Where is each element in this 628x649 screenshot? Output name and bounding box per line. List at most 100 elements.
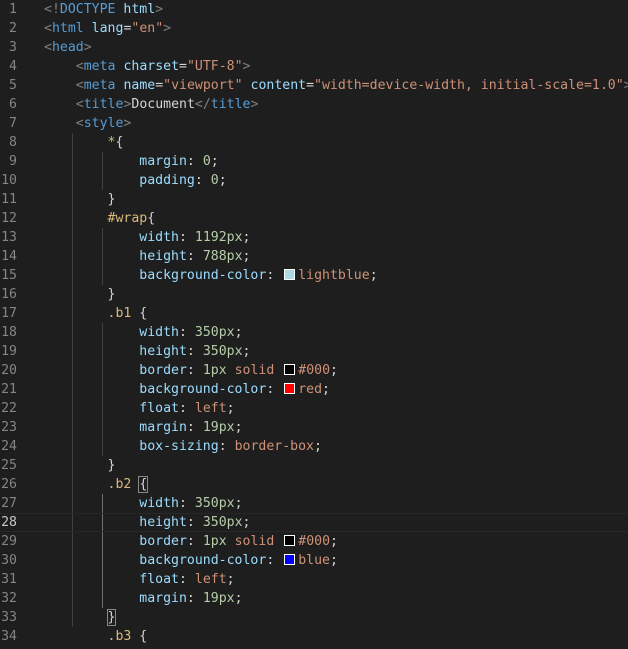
current-code-line[interactable]: 28 height: 350px;: [0, 513, 628, 532]
code-token: background-color: [139, 553, 267, 568]
line-number: 8: [9, 135, 17, 150]
code-line[interactable]: 4 <meta charset="UTF-8">: [0, 57, 628, 76]
code-token: >: [83, 40, 92, 55]
code-line[interactable]: 33 }: [0, 608, 628, 627]
code-token: background-color: [139, 382, 267, 397]
code-token: .b1: [107, 306, 132, 321]
line-number: 27: [1, 496, 17, 511]
code-token: :: [178, 496, 195, 511]
code-line[interactable]: 3 <head>: [0, 38, 628, 57]
code-text: margin: 19px;: [44, 589, 242, 608]
code-token: left: [194, 572, 227, 587]
code-text: height: 788px;: [44, 247, 250, 266]
code-line[interactable]: 9 margin: 0;: [0, 152, 628, 171]
line-number: 34: [1, 629, 17, 644]
code-token: ;: [234, 325, 243, 340]
code-token: #wrap: [107, 211, 148, 226]
line-number: 26: [1, 477, 17, 492]
code-text: }: [44, 608, 117, 627]
code-line[interactable]: 13 width: 1192px;: [0, 228, 628, 247]
code-text: margin: 0;: [44, 152, 218, 171]
code-line[interactable]: 23 margin: 19px;: [0, 418, 628, 437]
code-line[interactable]: 7 <style>: [0, 114, 628, 133]
code-line[interactable]: 16 }: [0, 285, 628, 304]
code-editor[interactable]: 1 <!DOCTYPE html> 2 <html lang="en"> 3 <head>…: [0, 0, 628, 649]
code-token: :: [194, 173, 211, 188]
code-line[interactable]: 32 margin: 19px;: [0, 589, 628, 608]
code-token: ;: [226, 401, 235, 416]
code-line[interactable]: 10 padding: 0;: [0, 171, 628, 190]
code-line[interactable]: 12 #wrap{: [0, 209, 628, 228]
color-swatch-icon[interactable]: [284, 364, 296, 375]
color-swatch-icon[interactable]: [284, 554, 296, 565]
code-line[interactable]: 6 <title>Document</title>: [0, 95, 628, 114]
code-text: height: 350px;: [44, 514, 250, 531]
code-token: border: [139, 363, 187, 378]
code-line[interactable]: 26 .b2 {: [0, 475, 628, 494]
line-number: 7: [9, 116, 17, 131]
code-token: :: [178, 325, 195, 340]
code-line[interactable]: 27 width: 350px;: [0, 494, 628, 513]
code-token: meta: [83, 78, 116, 93]
code-line[interactable]: 11 }: [0, 190, 628, 209]
code-line[interactable]: 25 }: [0, 456, 628, 475]
code-token: >: [163, 21, 172, 36]
code-line[interactable]: 2 <html lang="en">: [0, 19, 628, 38]
code-line[interactable]: 17 .b1 {: [0, 304, 628, 323]
code-line[interactable]: 18 width: 350px;: [0, 323, 628, 342]
code-token: <!: [44, 2, 60, 17]
code-token: height: [139, 515, 187, 530]
code-token: red: [298, 382, 323, 397]
color-swatch-icon[interactable]: [284, 269, 296, 280]
code-line[interactable]: 20 border: 1px solid #000;: [0, 361, 628, 380]
line-number: 3: [9, 40, 17, 55]
code-token: }: [107, 287, 116, 302]
code-token: ;: [226, 572, 235, 587]
line-number: 15: [1, 268, 17, 283]
code-line[interactable]: 31 float: left;: [0, 570, 628, 589]
code-line[interactable]: 19 height: 350px;: [0, 342, 628, 361]
code-token: 19px: [202, 591, 235, 606]
code-token: box-sizing: [139, 439, 219, 454]
code-token: :: [266, 268, 283, 283]
code-line[interactable]: 1 <!DOCTYPE html>: [0, 0, 628, 19]
code-line[interactable]: 22 float: left;: [0, 399, 628, 418]
code-text: background-color: blue;: [44, 551, 338, 570]
line-number: 33: [1, 610, 17, 625]
code-line[interactable]: 21 background-color: red;: [0, 380, 628, 399]
code-text: <title>Document</title>: [44, 95, 259, 114]
code-token: ;: [330, 363, 338, 378]
code-line[interactable]: 24 box-sizing: border-box;: [0, 437, 628, 456]
code-line[interactable]: 15 background-color: lightblue;: [0, 266, 628, 285]
code-token: "viewport": [163, 78, 243, 93]
color-swatch-icon[interactable]: [284, 383, 296, 394]
code-token: <: [44, 21, 52, 36]
code-line[interactable]: 30 background-color: blue;: [0, 551, 628, 570]
code-line[interactable]: 5 <meta name="viewport" content="width=d…: [0, 76, 628, 95]
code-text: <meta charset="UTF-8">: [44, 57, 251, 76]
code-line[interactable]: 29 border: 1px solid #000;: [0, 532, 628, 551]
line-number: 10: [1, 173, 17, 188]
code-token: {: [115, 135, 124, 150]
code-token: <: [75, 78, 84, 93]
code-line[interactable]: 8 *{: [0, 133, 628, 152]
matched-bracket: }: [106, 609, 117, 626]
code-token: :: [186, 344, 203, 359]
code-token: DOCTYPE: [59, 2, 116, 17]
code-token: >: [250, 97, 259, 112]
code-token: <: [75, 97, 84, 112]
code-line[interactable]: 14 height: 788px;: [0, 247, 628, 266]
code-line[interactable]: 34 .b3 {: [0, 627, 628, 646]
code-token: height: [139, 249, 187, 264]
code-text: padding: 0;: [44, 171, 226, 190]
line-number: 2: [9, 21, 17, 36]
code-text: .b3 {: [44, 627, 148, 646]
code-token: :: [266, 382, 283, 397]
code-text: }: [44, 456, 116, 475]
color-swatch-icon[interactable]: [284, 535, 296, 546]
